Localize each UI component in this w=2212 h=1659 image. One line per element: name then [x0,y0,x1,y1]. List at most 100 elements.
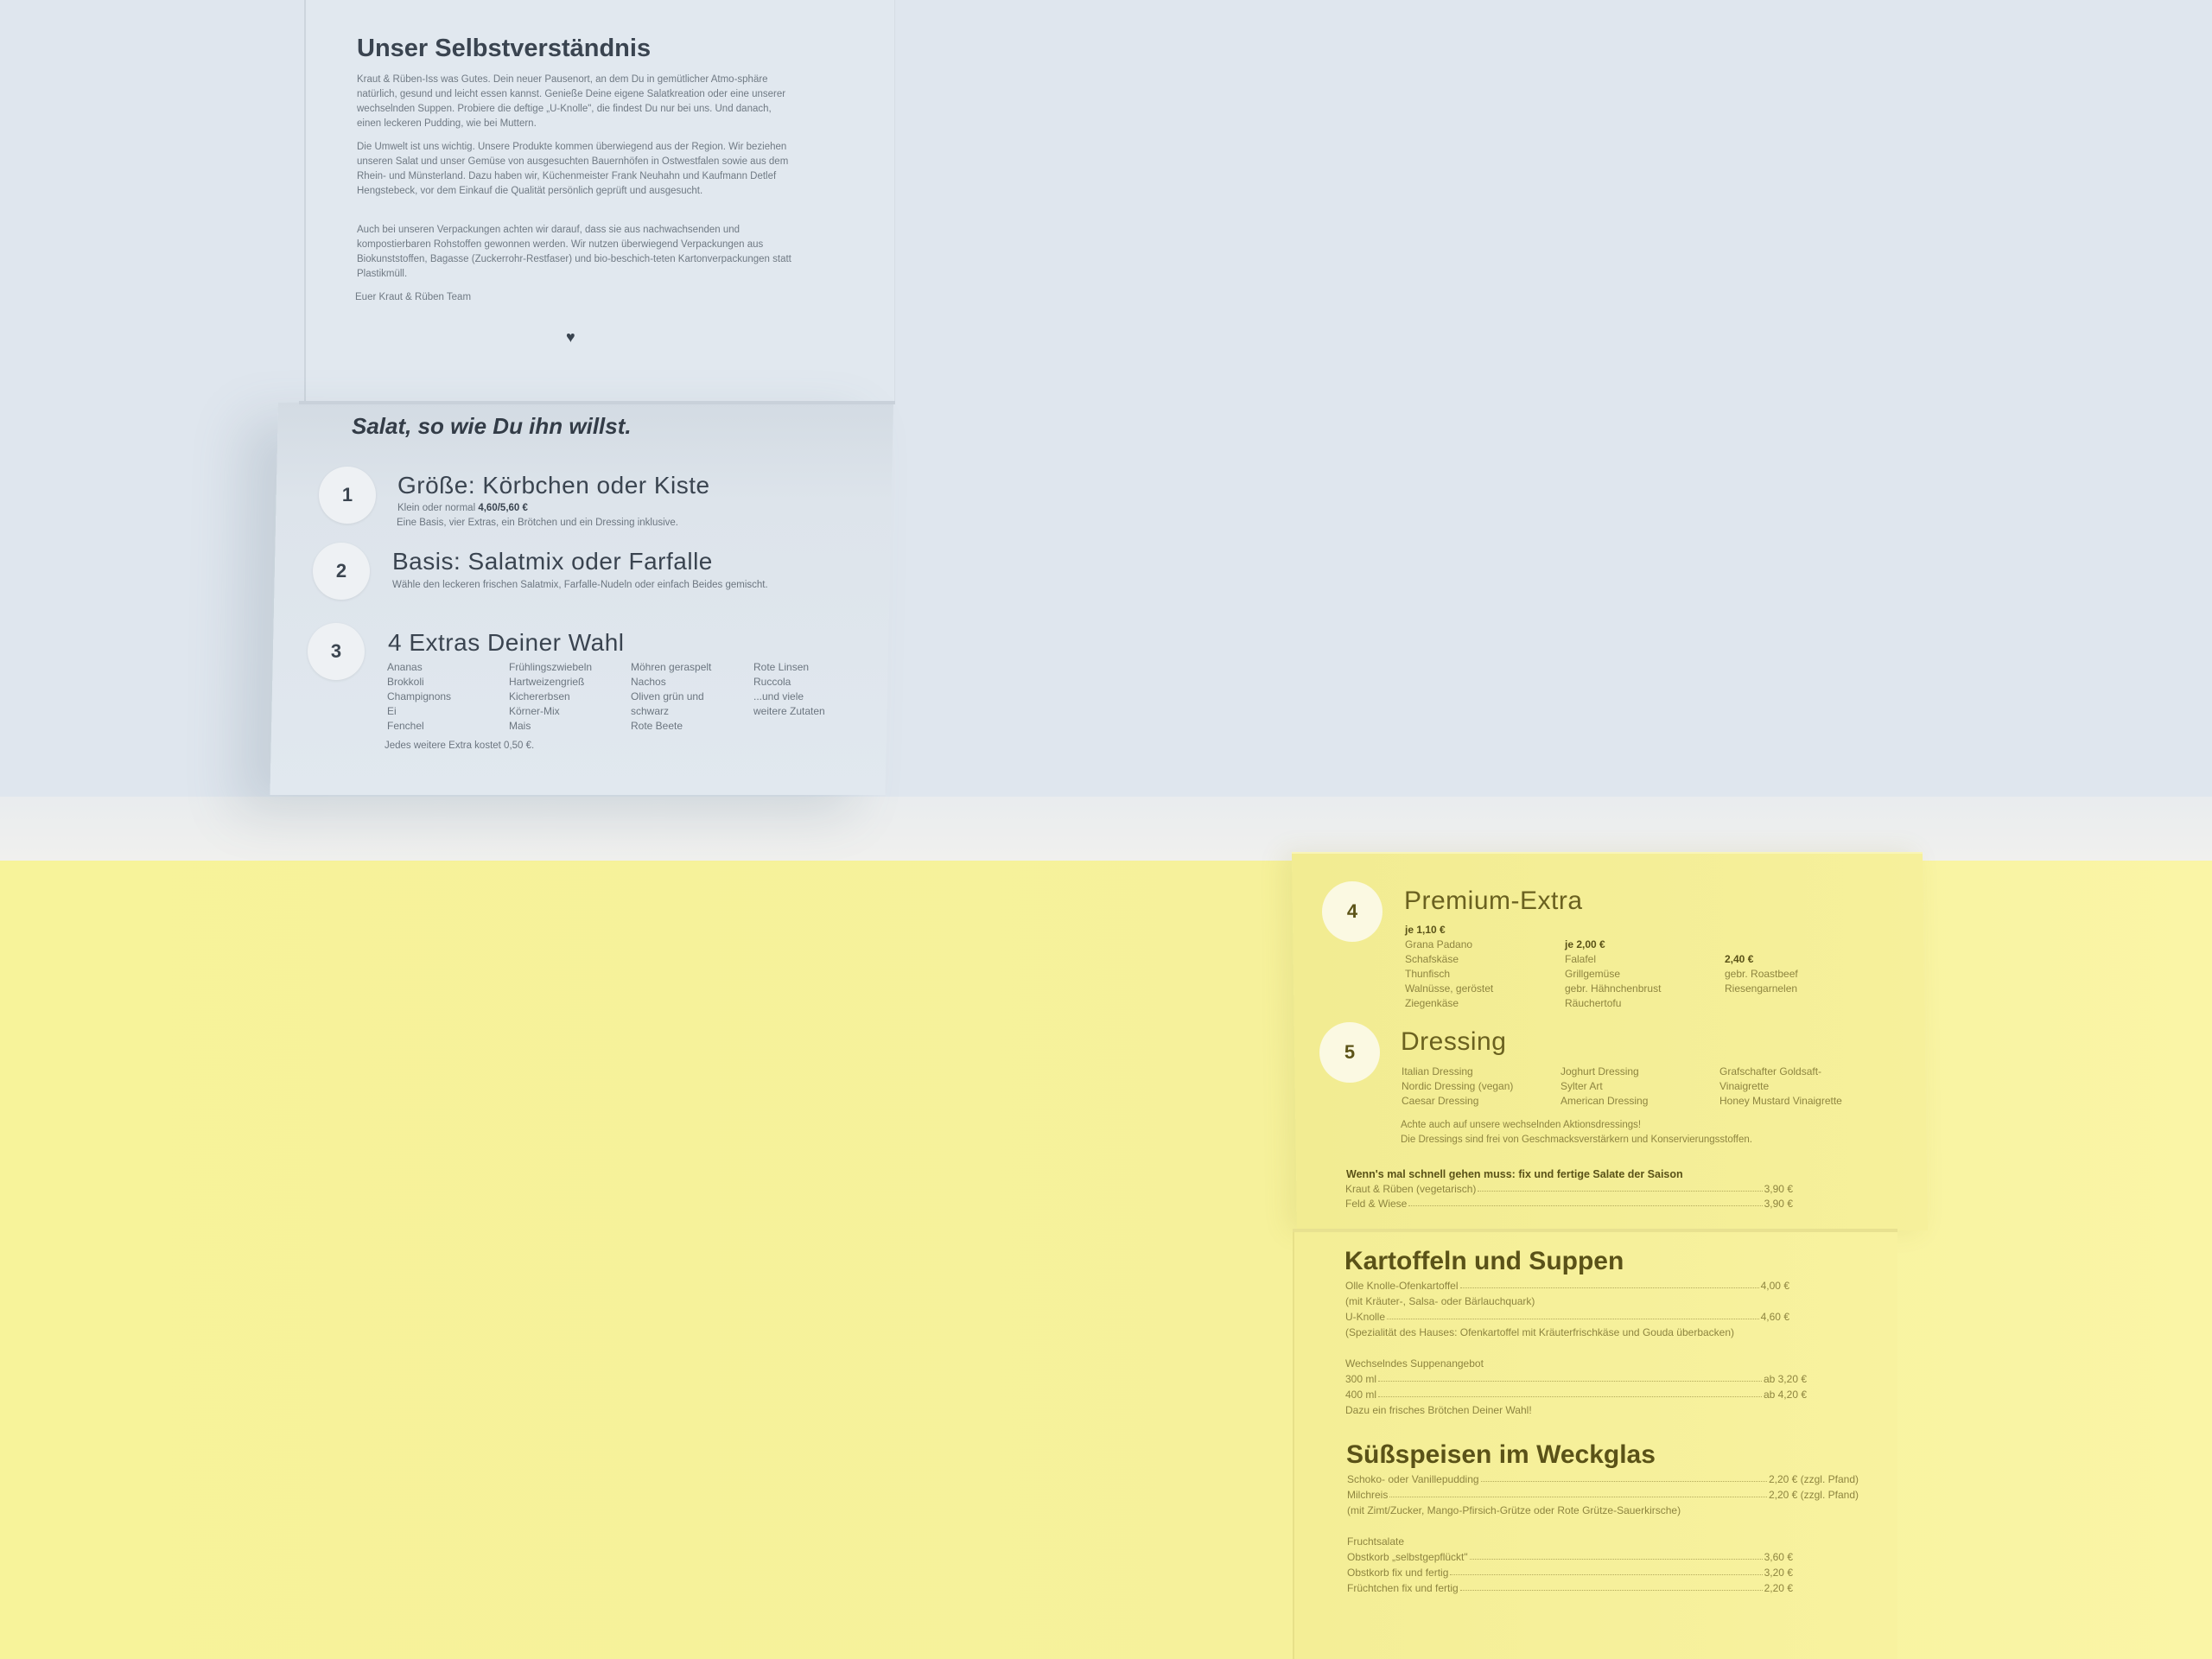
item-note: (mit Kräuter-, Salsa- oder Bärlauchquark… [1345,1295,1535,1307]
step-2-title: Basis: Salatmix oder Farfalle [392,548,713,575]
item-note: (mit Zimt/Zucker, Mango-Pfirsich-Grütze … [1347,1504,1681,1516]
blue-menu-title: Unser Selbstverständnis [357,35,652,62]
dressing-item: Joghurt Dressing [1560,1065,1639,1077]
item-price: 2,20 € (zzgl. Pfand) [1768,1473,1859,1485]
extra-item: Mais [509,720,531,732]
intro-paragraph-2: Die Umwelt ist uns wichtig. Unsere Produ… [357,142,789,196]
premium-item: Räuchertofu [1565,997,1622,1009]
extra-item: Kichererbsen [509,690,570,702]
fruit-title: Fruchtsalate [1347,1535,1405,1548]
premium-item: Schafskäse [1405,953,1459,965]
item-name: Kraut & Rüben (vegetarisch) [1345,1183,1477,1195]
item-name: Früchtchen fix und fertig [1347,1582,1459,1594]
premium-item: Grana Padano [1405,938,1473,950]
dressing-item: Vinaigrette [1719,1080,1770,1092]
extras-column-3: Möhren geraspelt Nachos Oliven grün und … [631,660,711,734]
premium-item: Walnüsse, geröstet [1405,982,1494,995]
salad-subtitle: Salat, so wie Du ihn willst. [352,413,632,439]
leader-dots [1478,1183,1763,1192]
step-1-title: Größe: Körbchen oder Kiste [397,472,710,499]
premium-item: Grillgemüse [1565,968,1621,980]
extra-item: schwarz [631,705,670,717]
extra-item: Champignons [387,690,452,702]
extras-column-1: Ananas Brokkoli Champignons Ei Fenchel [387,660,451,734]
blue-menu-fold [299,401,895,404]
dressing-column-1: Italian Dressing Nordic Dressing (vegan)… [1402,1065,1513,1109]
yellow-menu-fold [1293,1229,1897,1232]
quick-salads-heading: Wenn's mal schnell gehen muss: fix und f… [1346,1168,1683,1180]
extras-column-2: Frühlingszwiebeln Hartweizengrieß Kicher… [509,660,592,734]
dressing-item: Nordic Dressing (vegan) [1402,1080,1514,1092]
dressing-column-3: Grafschafter Goldsaft- Vinaigrette Honey… [1719,1065,1842,1109]
item-note: (Spezialität des Hauses: Ofenkartoffel m… [1345,1326,1735,1338]
item-price: 3,90 € [1764,1198,1793,1210]
step-2-description: Wähle den leckeren frischen Salatmix, Fa… [392,580,768,590]
dressing-note-2: Die Dressings sind frei von Geschmacksve… [1401,1135,1752,1145]
dressing-column-2: Joghurt Dressing Sylter Art American Dre… [1560,1065,1648,1109]
item-price: 4,60 € [1760,1311,1789,1323]
extra-item: ...und viele [753,690,804,702]
dressing-item: Honey Mustard Vinaigrette [1719,1095,1842,1107]
item-name: Obstkorb fix und fertig [1347,1567,1449,1579]
extra-item: Ruccola [753,676,791,688]
extra-item: Oliven grün und [631,690,704,702]
item-name: Schoko- oder Vanillepudding [1347,1473,1479,1485]
extra-item: Körner-Mix [509,705,560,717]
leader-dots [1469,1551,1763,1560]
item-name: Milchreis [1347,1489,1389,1501]
item-price: 3,60 € [1764,1551,1793,1563]
premium-item: gebr. Hähnchenbrust [1565,982,1662,995]
leader-dots [1450,1567,1763,1575]
menu-item-row: Olle Knolle-Ofenkartoffel 4,00 € [1345,1280,1789,1292]
extra-item: Möhren geraspelt [631,661,712,673]
item-price: 2,20 € (zzgl. Pfand) [1768,1489,1859,1501]
dressing-item: American Dressing [1560,1095,1649,1107]
step-1-size-line: Klein oder normal 4,60/5,60 € [397,503,528,513]
heart-icon: ♥ [566,328,575,346]
premium-column-3: 2,40 € gebr. Roastbeef Riesengarnelen [1725,952,1798,996]
dressing-item: Italian Dressing [1402,1065,1473,1077]
item-price: 3,20 € [1764,1567,1793,1579]
signature: Euer Kraut & Rüben Team [355,292,472,302]
step-1-size-price: 4,60/5,60 € [478,503,528,513]
step-1-description: Eine Basis, vier Extras, ein Brötchen un… [397,518,678,528]
step-2-badge: 2 [313,543,370,600]
extras-column-4: Rote Linsen Ruccola ...und viele weitere… [753,660,825,719]
leader-dots [1459,1280,1759,1288]
step-4-title: Premium-Extra [1404,887,1583,915]
item-name: Feld & Wiese [1345,1198,1408,1210]
leader-dots [1459,1582,1763,1591]
menu-item-row: Schoko- oder Vanillepudding 2,20 € (zzgl.… [1347,1473,1859,1485]
extra-item: Nachos [631,676,666,688]
premium-item: Riesengarnelen [1725,982,1798,995]
premium-price: je 1,10 € [1405,924,1446,936]
premium-item: Ziegenkäse [1405,997,1459,1009]
dressing-item: Sylter Art [1560,1080,1603,1092]
premium-item: Thunfisch [1405,968,1451,980]
extra-item: Fenchel [387,720,424,732]
leader-dots [1389,1489,1767,1497]
step-1-size-text: Klein oder normal [397,503,476,513]
intro-paragraph-3: Auch bei unseren Verpackungen achten wir… [357,225,791,279]
premium-column-2: je 2,00 € Falafel Grillgemüse gebr. Hähn… [1565,938,1661,1011]
suess-heading: Süßspeisen im Weckglas [1346,1440,1656,1469]
menu-item-row: Obstkorb „selbstgepflückt" 3,60 € [1347,1551,1793,1563]
extra-item: Ei [387,705,397,717]
menu-item-row: Obstkorb fix und fertig 3,20 € [1347,1567,1793,1579]
dressing-item: Caesar Dressing [1402,1095,1479,1107]
item-name: 300 ml [1345,1373,1377,1385]
leader-dots [1378,1389,1762,1397]
item-name: Olle Knolle-Ofenkartoffel [1345,1280,1459,1292]
seam-background [0,797,2212,861]
premium-item: Falafel [1565,953,1597,965]
item-price: 4,00 € [1760,1280,1789,1292]
kartoffeln-heading: Kartoffeln und Suppen [1344,1247,1624,1275]
menu-item-row: 400 ml ab 4,20 € [1345,1389,1807,1401]
menu-item-row: Milchreis 2,20 € (zzgl. Pfand) [1347,1489,1859,1501]
extra-item: Rote Beete [631,720,683,732]
leader-dots [1408,1198,1763,1206]
soup-title: Wechselndes Suppenangebot [1345,1357,1484,1370]
extra-item: Hartweizengrieß [509,676,585,688]
premium-price: 2,40 € [1725,953,1754,965]
item-name: Obstkorb „selbstgepflückt" [1347,1551,1468,1563]
